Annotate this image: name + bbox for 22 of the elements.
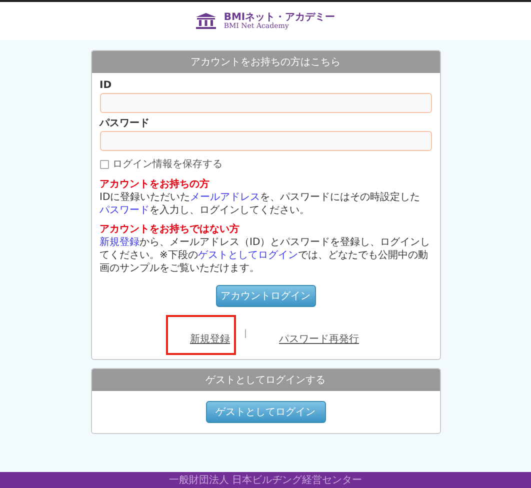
checkbox[interactable]	[100, 160, 108, 169]
text-link[interactable]: 新規登録	[190, 334, 230, 345]
note-text: IDに登録いただいたメールアドレスを、パスワードにはその時設定した パスワード を入力し、ログインしてください。	[100, 191, 422, 217]
logo-title: BMIネット・アカデミー	[224, 12, 336, 22]
text-link[interactable]: 新規登録	[100, 237, 140, 248]
note-text: 新規登録から、メールアドレス（ID）とパスワードを登録し、ログインしてください。※下段のゲストとしてログインでは、どなたでも公開中の動画のサンプルをご覧いただけます。	[100, 236, 432, 275]
text-link[interactable]: パスワード再発行	[279, 334, 360, 345]
footer-text: 一般財団法人 日本ビルヂング経営センター	[168, 474, 362, 488]
building-icon	[196, 13, 216, 29]
panel-title: アカウントをお持ちの方はこちら	[92, 51, 440, 73]
separator: |	[244, 328, 248, 342]
text-link[interactable]: メールアドレス	[190, 192, 260, 203]
note-heading: アカウントをお持ちではない方	[100, 223, 240, 236]
text-link[interactable]: ゲストとしてログイン	[198, 250, 298, 261]
input-field[interactable]	[100, 131, 432, 151]
checkbox-label: ログイン情報を保存する	[112, 158, 222, 172]
note-heading: アカウントをお持ちの方	[100, 178, 210, 191]
field-label: パスワード	[100, 117, 150, 131]
input-field[interactable]	[100, 93, 432, 113]
panel-title: ゲストとしてログインする	[92, 369, 440, 391]
field-label: ID	[100, 79, 113, 93]
text-link[interactable]: パスワード	[100, 205, 150, 216]
